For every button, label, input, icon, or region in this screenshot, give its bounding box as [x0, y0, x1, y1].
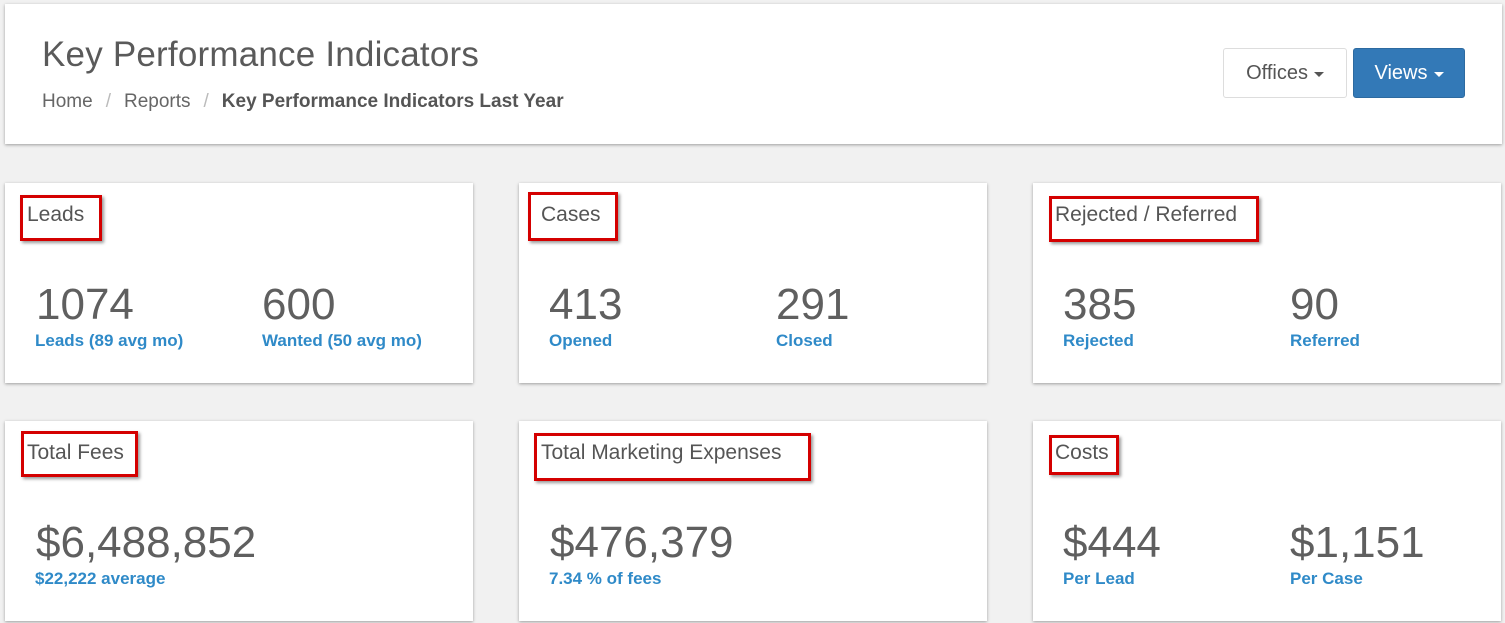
costs-card: Costs $444 Per Lead $1,151 Per Case	[1033, 421, 1501, 621]
offices-button-label: Offices	[1246, 61, 1308, 84]
stat-value: 385	[1063, 280, 1137, 329]
stat-label[interactable]: Wanted (50 avg mo)	[262, 331, 422, 351]
caret-down-icon	[1433, 71, 1444, 77]
breadcrumb-separator: /	[203, 91, 209, 112]
stat-label[interactable]: Leads (89 avg mo)	[35, 331, 183, 351]
stat-value: $476,379	[550, 518, 734, 567]
card-title: Leads	[27, 203, 85, 226]
breadcrumb-separator: /	[105, 91, 111, 112]
views-dropdown-button[interactable]: Views	[1353, 48, 1465, 98]
breadcrumb: Home / Reports / Key Performance Indicators …	[42, 91, 564, 113]
card-title: Cases	[541, 203, 601, 226]
total-marketing-expenses-card: Total Marketing Expenses $476,379 7.34 %…	[519, 421, 987, 621]
stat-value: 600	[262, 280, 336, 329]
stat-label[interactable]: $22,222 average	[35, 569, 165, 589]
stat-label[interactable]: Rejected	[1063, 331, 1134, 351]
page-title: Key Performance Indicators	[42, 35, 480, 74]
stat-label[interactable]: Opened	[549, 331, 612, 351]
card-title: Costs	[1055, 441, 1109, 464]
breadcrumb-current: Key Performance Indicators Last Year	[221, 91, 564, 112]
breadcrumb-reports[interactable]: Reports	[124, 91, 191, 112]
stat-value: 90	[1290, 280, 1339, 329]
stat-value: $6,488,852	[36, 518, 257, 567]
breadcrumb-home[interactable]: Home	[42, 91, 93, 112]
stat-label[interactable]: Per Lead	[1063, 569, 1135, 589]
rejected-referred-card: Rejected / Referred 385 Rejected 90 Refe…	[1033, 183, 1501, 383]
stat-value: 1074	[36, 280, 134, 329]
views-button-label: Views	[1374, 61, 1428, 84]
cases-card: Cases 413 Opened 291 Closed	[519, 183, 987, 383]
stat-label[interactable]: Closed	[776, 331, 833, 351]
stat-value: $1,151	[1290, 518, 1425, 567]
stat-label[interactable]: Referred	[1290, 331, 1360, 351]
stat-value: $444	[1063, 518, 1161, 567]
stat-label[interactable]: Per Case	[1290, 569, 1363, 589]
card-title: Total Marketing Expenses	[541, 441, 782, 464]
card-title: Total Fees	[27, 441, 124, 464]
stat-value: 413	[549, 280, 623, 329]
total-fees-card: Total Fees $6,488,852 $22,222 average	[5, 421, 473, 621]
caret-down-icon	[1313, 71, 1324, 77]
stat-label[interactable]: 7.34 % of fees	[549, 569, 661, 589]
stat-value: 291	[776, 280, 850, 329]
card-title: Rejected / Referred	[1055, 203, 1238, 226]
leads-card: Leads 1074 Leads (89 avg mo) 600 Wanted …	[5, 183, 473, 383]
offices-dropdown-button[interactable]: Offices	[1223, 48, 1347, 98]
page-header: Key Performance Indicators Home / Reports /…	[5, 4, 1502, 144]
